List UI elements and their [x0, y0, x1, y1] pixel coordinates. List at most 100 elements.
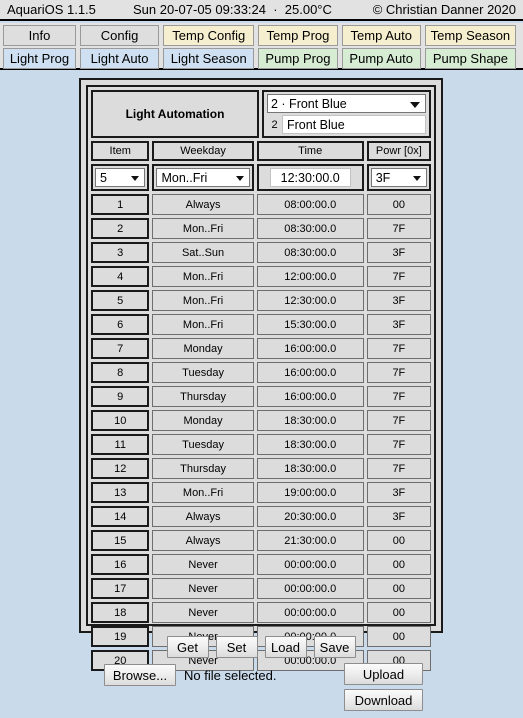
row-weekday: Sat..Sun [152, 242, 254, 263]
row-time: 12:30:00.0 [256, 290, 364, 311]
tab-pump-auto[interactable]: Pump Auto [341, 48, 421, 69]
row-item: 9 [91, 386, 150, 407]
weekday-select-dropdown[interactable]: Mon..Fri [156, 168, 250, 187]
row-weekday: Tuesday [152, 434, 254, 455]
table-row[interactable]: 18 Never 00:00:00.0 00 [91, 602, 431, 623]
tab-pump-prog[interactable]: Pump Prog [258, 48, 338, 69]
tab-light-auto[interactable]: Light Auto [79, 48, 160, 69]
row-power: 7F [366, 338, 431, 359]
table-row[interactable]: 16 Never 00:00:00.0 00 [91, 554, 431, 575]
row-weekday: Tuesday [152, 362, 254, 383]
row-power: 7F [366, 218, 431, 239]
table-row[interactable]: 10 Monday 18:30:00.0 7F [91, 410, 431, 431]
table-row[interactable]: 8 Tuesday 16:00:00.0 7F [91, 362, 431, 383]
tab-light-prog[interactable]: Light Prog [3, 48, 76, 69]
table-row[interactable]: 3 Sat..Sun 08:30:00.0 3F [91, 242, 431, 263]
row-time: 15:30:00.0 [256, 314, 364, 335]
row-weekday: Never [152, 554, 254, 575]
browse-button[interactable]: Browse... [104, 664, 176, 686]
copyright-text: © Christian Danner 2020 [372, 2, 516, 17]
row-item: 16 [91, 554, 150, 575]
row-power: 3F [366, 506, 431, 527]
time-input[interactable]: 12:30:00.0 [269, 168, 351, 187]
row-item: 2 [91, 218, 150, 239]
channel-index-label: 2 [271, 118, 278, 131]
edit-weekday-cell: Mon..Fri [152, 164, 254, 191]
row-time: 12:00:00.0 [256, 266, 364, 287]
tab-info[interactable]: Info [3, 25, 76, 46]
row-weekday: Mon..Fri [152, 290, 254, 311]
tab-temp-prog[interactable]: Temp Prog [258, 25, 338, 46]
row-time: 18:30:00.0 [256, 434, 364, 455]
item-select-dropdown[interactable]: 5 [95, 168, 146, 187]
table-row[interactable]: 17 Never 00:00:00.0 00 [91, 578, 431, 599]
channel-select-dropdown[interactable]: 2 · Front Blue [267, 94, 426, 113]
tab-light-season[interactable]: Light Season [163, 48, 255, 69]
column-header-time: Time [256, 141, 364, 161]
row-item: 6 [91, 314, 150, 335]
table-row[interactable]: 1 Always 08:00:00.0 00 [91, 194, 431, 215]
nav-row-secondary: Light Prog Light Auto Light Season Pump Pro… [3, 48, 520, 69]
column-header-item: Item [91, 141, 150, 161]
get-button[interactable]: Get [166, 636, 209, 658]
row-item: 4 [91, 266, 150, 287]
channel-selector-box: 2 · Front Blue 2 Front Blue [262, 90, 431, 138]
row-power: 00 [366, 602, 431, 623]
tab-label: Light Season [170, 51, 247, 66]
row-time: 16:00:00.0 [256, 386, 364, 407]
panel-title: Light Automation [91, 90, 259, 138]
row-power: 00 [366, 530, 431, 551]
column-header-weekday: Weekday [152, 141, 254, 161]
light-automation-panel: Light Automation 2 · Front Blue 2 Front … [79, 78, 443, 671]
save-button[interactable]: Save [313, 636, 356, 658]
nav-row-primary: Info Config Temp Config Temp Prog Temp Auto T… [3, 25, 520, 46]
tab-pump-shape[interactable]: Pump Shape [424, 48, 516, 69]
table-row[interactable]: 14 Always 20:30:00.0 3F [91, 506, 431, 527]
row-power: 7F [366, 266, 431, 287]
load-button[interactable]: Load [264, 636, 307, 658]
table-row[interactable]: 9 Thursday 16:00:00.0 7F [91, 386, 431, 407]
tab-config[interactable]: Config [79, 25, 160, 46]
table-row[interactable]: 6 Mon..Fri 15:30:00.0 3F [91, 314, 431, 335]
power-select-dropdown[interactable]: 3F [370, 168, 427, 187]
row-power: 7F [366, 386, 431, 407]
row-weekday: Never [152, 602, 254, 623]
channel-name-input[interactable]: Front Blue [282, 115, 426, 134]
tab-temp-auto[interactable]: Temp Auto [341, 25, 421, 46]
tab-temp-season[interactable]: Temp Season [424, 25, 516, 46]
row-time: 16:00:00.0 [256, 338, 364, 359]
row-weekday: Always [152, 506, 254, 527]
row-item: 12 [91, 458, 150, 479]
table-row[interactable]: 11 Tuesday 18:30:00.0 7F [91, 434, 431, 455]
table-row[interactable]: 5 Mon..Fri 12:30:00.0 3F [91, 290, 431, 311]
table-row[interactable]: 15 Always 21:30:00.0 00 [91, 530, 431, 551]
row-item: 15 [91, 530, 150, 551]
table-row[interactable]: 2 Mon..Fri 08:30:00.0 7F [91, 218, 431, 239]
tab-temp-config[interactable]: Temp Config [163, 25, 255, 46]
download-button[interactable]: Download [344, 689, 423, 711]
table-row[interactable]: 13 Mon..Fri 19:00:00.0 3F [91, 482, 431, 503]
set-button[interactable]: Set [215, 636, 258, 658]
row-time: 00:00:00.0 [256, 602, 364, 623]
row-power: 00 [366, 554, 431, 575]
row-time: 19:00:00.0 [256, 482, 364, 503]
edit-item-cell: 5 [91, 164, 150, 191]
power-select-value: 3F [375, 170, 391, 185]
row-power: 7F [366, 434, 431, 455]
weekday-select-value: Mon..Fri [161, 170, 208, 185]
table-row[interactable]: 12 Thursday 18:30:00.0 7F [91, 458, 431, 479]
upload-button[interactable]: Upload [344, 663, 423, 685]
row-item: 11 [91, 434, 150, 455]
row-weekday: Mon..Fri [152, 314, 254, 335]
schedule-table-body: 1 Always 08:00:00.0 00 2 Mon..Fri 08:30:00.0 7F… [91, 194, 431, 671]
row-item: 18 [91, 602, 150, 623]
table-row[interactable]: 4 Mon..Fri 12:00:00.0 7F [91, 266, 431, 287]
row-weekday: Mon..Fri [152, 218, 254, 239]
row-time: 18:30:00.0 [256, 410, 364, 431]
row-power: 7F [366, 362, 431, 383]
table-row[interactable]: 7 Monday 16:00:00.0 7F [91, 338, 431, 359]
row-item: 17 [91, 578, 150, 599]
row-time: 00:00:00.0 [256, 554, 364, 575]
row-item: 10 [91, 410, 150, 431]
edit-power-cell: 3F [366, 164, 431, 191]
